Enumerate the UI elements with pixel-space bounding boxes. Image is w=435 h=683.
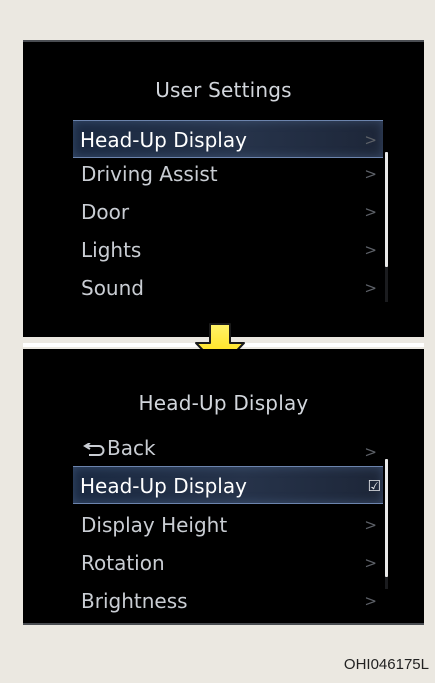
chevron-right-icon: > bbox=[364, 554, 377, 572]
screen-title: Head-Up Display bbox=[138, 391, 309, 415]
chevron-right-icon: > bbox=[364, 241, 377, 259]
chevron-right-icon: > bbox=[364, 131, 377, 149]
menu-item-door[interactable]: Door > bbox=[23, 193, 383, 231]
menu-item-driving-assist[interactable]: Driving Assist > bbox=[23, 155, 383, 193]
scrollbar-thumb[interactable] bbox=[385, 459, 388, 577]
menu-item-label: Driving Assist bbox=[81, 162, 218, 186]
menu-item-label: Sound bbox=[81, 276, 144, 300]
menu-item-head-up-display-toggle[interactable]: Head-Up Display ☑ bbox=[73, 466, 383, 504]
menu-item-brightness[interactable]: Brightness > bbox=[23, 582, 383, 620]
menu-item-label: Brightness bbox=[81, 589, 188, 613]
menu-item-head-up-display[interactable]: Head-Up Display > bbox=[73, 120, 383, 158]
checkbox-checked-icon[interactable]: ☑ bbox=[368, 467, 381, 505]
menu-item-label: Door bbox=[81, 200, 130, 224]
scrollbar[interactable] bbox=[385, 459, 388, 589]
image-code: OHI046175L bbox=[343, 656, 429, 673]
menu-item-display-height[interactable]: Display Height > bbox=[23, 506, 383, 544]
chevron-right-icon: > bbox=[364, 592, 377, 610]
menu-item-label: Head-Up Display bbox=[80, 128, 247, 152]
scrollbar-thumb[interactable] bbox=[385, 152, 388, 267]
chevron-right-icon: > bbox=[364, 203, 377, 221]
menu-item-rotation[interactable]: Rotation > bbox=[23, 544, 383, 582]
chevron-right-icon: > bbox=[364, 516, 377, 534]
screen-top-edge bbox=[23, 40, 424, 42]
head-up-display-screen: Head-Up Display Back > Head-Up Display ☑… bbox=[23, 349, 424, 625]
screen-title: User Settings bbox=[155, 78, 292, 102]
scrollbar[interactable] bbox=[385, 152, 388, 302]
screen-bottom-edge bbox=[23, 623, 424, 625]
back-arrow-icon bbox=[83, 442, 105, 456]
back-button[interactable]: Back > bbox=[23, 429, 383, 467]
menu-item-label: Display Height bbox=[81, 513, 228, 537]
chevron-right-icon: > bbox=[364, 165, 377, 183]
menu-item-lights[interactable]: Lights > bbox=[23, 231, 383, 269]
menu-item-label: Lights bbox=[81, 238, 142, 262]
user-settings-screen: User Settings Head-Up Display > Driving … bbox=[23, 40, 424, 337]
back-label: Back bbox=[107, 436, 156, 460]
menu-item-sound[interactable]: Sound > bbox=[23, 269, 383, 307]
menu-item-label: Rotation bbox=[81, 551, 165, 575]
menu-item-label: Head-Up Display bbox=[80, 474, 247, 498]
chevron-right-icon: > bbox=[364, 279, 377, 297]
